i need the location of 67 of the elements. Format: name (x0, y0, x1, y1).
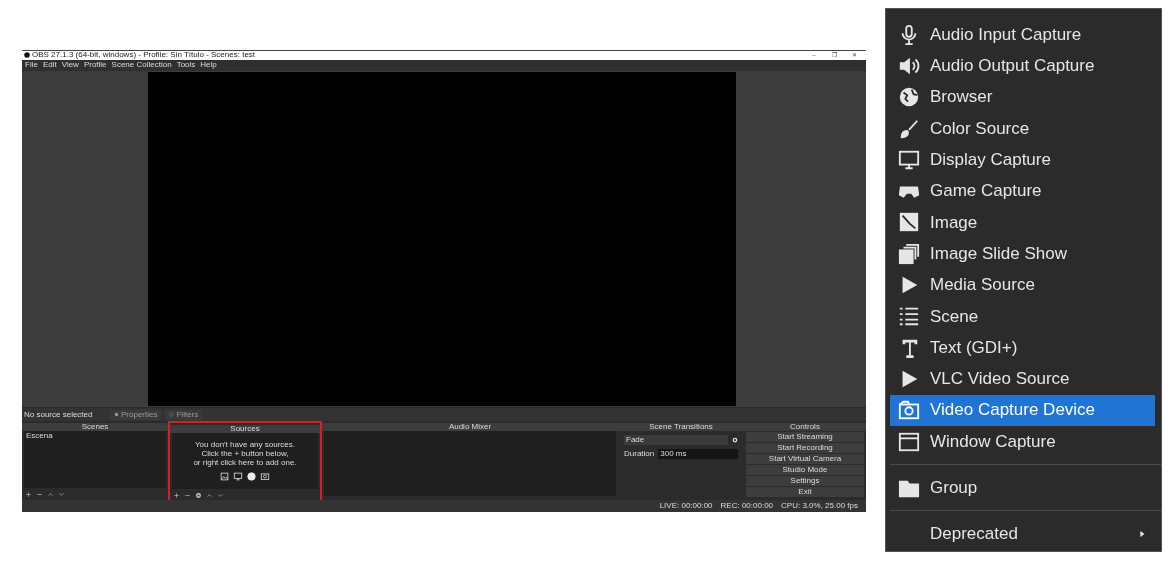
control-button[interactable]: Exit (746, 487, 864, 498)
cpu-status: CPU: 3.0%, 25.00 fps (781, 502, 858, 510)
dock-title: Scenes (81, 423, 109, 432)
menu-item[interactable]: Scene (890, 300, 1155, 332)
camera-icon (260, 472, 270, 482)
gear-icon[interactable] (195, 491, 202, 499)
menu-item[interactable]: Audio Input Capture (890, 19, 1155, 51)
image-stack-icon (898, 242, 920, 265)
menu-item[interactable]: Image Slide Show (890, 238, 1155, 270)
filters-button[interactable]: Filters (165, 409, 203, 420)
window-title: OBS 27.1.3 (64-bit, windows) - Profile: Sin Título - Scenes: test (32, 51, 256, 60)
menu-item[interactable]: Browser (890, 81, 1155, 113)
menu-item[interactable]: Video Capture Device (890, 394, 1155, 426)
list-icon (898, 305, 920, 328)
control-button[interactable]: Start Virtual Camera (746, 454, 864, 465)
live-status: LIVE: 00:00:00 (659, 502, 713, 510)
submenu-arrow-icon (1137, 529, 1147, 540)
menu-item[interactable]: Deprecated (890, 518, 1155, 550)
status-text: No source selected (24, 410, 94, 419)
gear-icon (114, 412, 119, 418)
control-button[interactable]: Start Recording (746, 443, 864, 454)
menu-item[interactable]: Edit (42, 61, 57, 70)
menu-item[interactable]: Display Capture (890, 144, 1155, 176)
image-icon (898, 211, 920, 234)
monitor-icon (233, 472, 243, 482)
menu-item[interactable]: File (25, 61, 38, 70)
camera-icon (898, 399, 920, 422)
menu-item[interactable]: Image (890, 206, 1155, 239)
menu-item[interactable]: Color Source (890, 112, 1155, 145)
app-logo-icon (24, 52, 30, 59)
dock-title: Scene Transitions (649, 423, 713, 432)
control-button[interactable]: Start Streaming (746, 432, 864, 443)
menu-item[interactable]: Group (890, 472, 1155, 504)
control-button[interactable]: Settings (746, 476, 864, 487)
menu-item[interactable]: View (61, 61, 79, 70)
menu-item[interactable]: Audio Output Capture (890, 50, 1155, 82)
menu-item[interactable]: Tools (176, 61, 196, 70)
empty-message: You don't have any sources. (195, 441, 295, 450)
menu-item[interactable]: VLC Video Source (890, 363, 1155, 395)
menu-item[interactable]: Help (200, 61, 217, 70)
dock-title: Controls (790, 423, 820, 432)
globe-icon (898, 86, 920, 109)
control-button[interactable]: Studio Mode (746, 465, 864, 476)
scene-list-entry[interactable]: Escena (24, 431, 166, 442)
recording-status: REC: 00:00:00 (720, 502, 774, 510)
monitor-icon (898, 148, 920, 171)
add-icon[interactable] (173, 491, 180, 499)
transition-dropdown[interactable]: Fade (624, 435, 728, 446)
add-icon[interactable] (25, 490, 32, 498)
image-icon (220, 472, 229, 482)
brush-icon (898, 117, 920, 140)
window-icon (898, 430, 920, 453)
menu-item[interactable]: Window Capture (890, 425, 1155, 458)
dock-title: Audio Mixer (448, 423, 492, 432)
empty-message: Click the + button below, (201, 450, 289, 459)
duration-field[interactable]: 300 ms (658, 449, 738, 460)
gear-icon (732, 437, 738, 444)
properties-button[interactable]: Properties (110, 409, 162, 420)
menu-item[interactable]: Text (GDI+) (890, 331, 1155, 364)
menu-item[interactable]: Profile (83, 61, 107, 70)
menu-item[interactable]: Media Source (890, 269, 1155, 301)
empty-message: or right click here to add one. (193, 459, 297, 468)
menu-item[interactable]: Game Capture (890, 175, 1155, 207)
dock-title: Sources (230, 425, 260, 434)
duration-label: Duration (624, 450, 655, 459)
menu-item[interactable]: Scene Collection (111, 61, 172, 70)
globe-icon (247, 472, 256, 482)
